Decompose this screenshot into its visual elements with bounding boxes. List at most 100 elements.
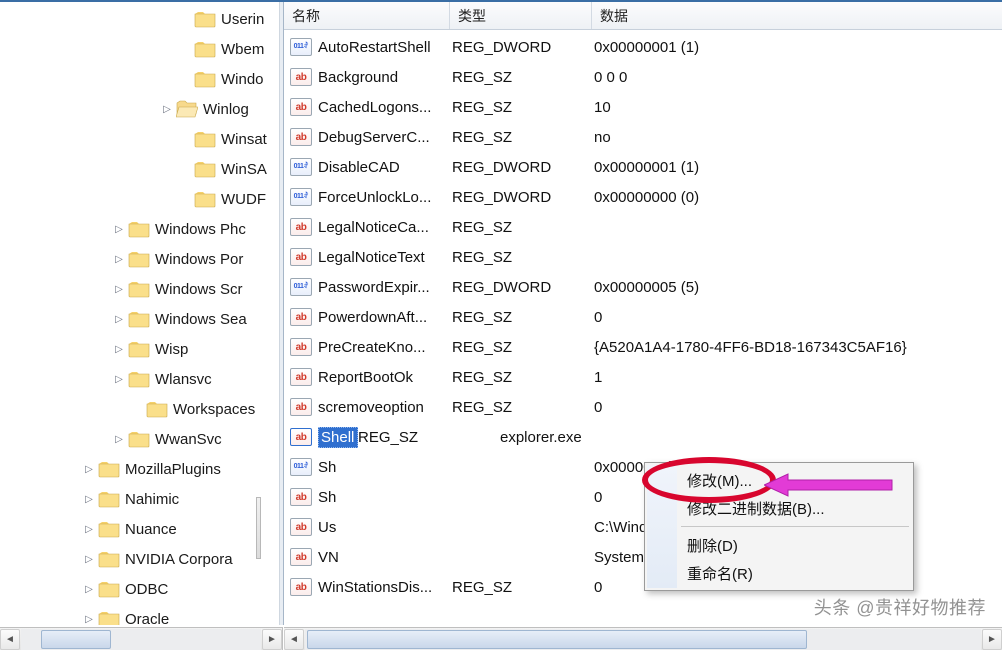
tree-item[interactable]: Userin	[0, 4, 283, 34]
tree-item[interactable]: NVIDIA Corpora	[0, 544, 283, 574]
reg-sz-icon	[290, 368, 312, 386]
value-row[interactable]: PowerdownAft...REG_SZ0	[284, 302, 1002, 332]
value-row[interactable]: LegalNoticeTextREG_SZ	[284, 242, 1002, 272]
tree-item[interactable]: Wlansvc	[0, 364, 283, 394]
column-header-data[interactable]: 数据	[592, 2, 1002, 29]
value-row[interactable]: ForceUnlockLo...REG_DWORD0x00000000 (0)	[284, 182, 1002, 212]
tree-item[interactable]: Wisp	[0, 334, 283, 364]
column-header-type[interactable]: 类型	[450, 2, 592, 29]
tree-item-label: ODBC	[125, 581, 168, 598]
value-row[interactable]: ShellREG_SZexplorer.exe	[284, 422, 1002, 452]
tree-item[interactable]: Winlog	[0, 94, 283, 124]
values-list-pane[interactable]: 名称 类型 数据 AutoRestartShellREG_DWORD0x0000…	[284, 2, 1002, 625]
registry-tree-pane[interactable]: UserinWbemWindoWinlogWinsatWinSAWUDFWind…	[0, 2, 284, 625]
value-row[interactable]: scremoveoptionREG_SZ0	[284, 392, 1002, 422]
scroll-track[interactable]	[305, 629, 981, 650]
value-row[interactable]: CachedLogons...REG_SZ10	[284, 92, 1002, 122]
value-type: REG_SZ	[452, 129, 594, 146]
value-type: REG_SZ	[452, 579, 594, 596]
tree-item[interactable]: Windo	[0, 64, 283, 94]
value-row[interactable]: LegalNoticeCa...REG_SZ	[284, 212, 1002, 242]
tree-item[interactable]: Windows Por	[0, 244, 283, 274]
value-type: REG_SZ	[452, 249, 594, 266]
value-row[interactable]: PreCreateKno...REG_SZ{A520A1A4-1780-4FF6…	[284, 332, 1002, 362]
folder-icon	[98, 610, 120, 625]
tree-expander-icon[interactable]	[112, 222, 126, 236]
value-row[interactable]: DisableCADREG_DWORD0x00000001 (1)	[284, 152, 1002, 182]
tree-item-label: Windows Sea	[155, 311, 247, 328]
tree-item[interactable]: WUDF	[0, 184, 283, 214]
tree-expander-icon[interactable]	[112, 342, 126, 356]
value-name: PowerdownAft...	[318, 309, 452, 326]
tree-item[interactable]: Nahimic	[0, 484, 283, 514]
scroll-thumb[interactable]	[41, 630, 111, 649]
scroll-track[interactable]	[21, 629, 261, 650]
scroll-left-button[interactable]: ◄	[284, 629, 304, 650]
tree-item[interactable]: Windows Sea	[0, 304, 283, 334]
tree-expander-icon[interactable]	[82, 522, 96, 536]
value-row[interactable]: PasswordExpir...REG_DWORD0x00000005 (5)	[284, 272, 1002, 302]
value-row[interactable]: DebugServerC...REG_SZno	[284, 122, 1002, 152]
value-row[interactable]: ReportBootOkREG_SZ1	[284, 362, 1002, 392]
value-name: LegalNoticeCa...	[318, 219, 452, 236]
tree-item-label: Winlog	[203, 101, 249, 118]
tree-item[interactable]: Windows Phc	[0, 214, 283, 244]
folder-icon	[98, 520, 120, 538]
context-menu: 修改(M)... 修改二进制数据(B)... 删除(D) 重命名(R)	[644, 462, 914, 591]
context-menu-item-modify-binary[interactable]: 修改二进制数据(B)...	[647, 494, 911, 522]
reg-sz-icon	[290, 548, 312, 566]
tree-horizontal-scrollbar[interactable]: ◄ ►	[0, 627, 283, 650]
scroll-thumb[interactable]	[307, 630, 807, 649]
tree-item[interactable]: Nuance	[0, 514, 283, 544]
value-type: REG_SZ	[452, 399, 594, 416]
tree-expander-icon[interactable]	[82, 492, 96, 506]
reg-sz-icon	[290, 248, 312, 266]
tree-item[interactable]: ODBC	[0, 574, 283, 604]
reg-sz-icon	[290, 308, 312, 326]
tree-expander-icon[interactable]	[112, 312, 126, 326]
scroll-right-button[interactable]: ►	[262, 629, 282, 650]
scroll-right-button[interactable]: ►	[982, 629, 1002, 650]
value-name: ForceUnlockLo...	[318, 189, 452, 206]
tree-item[interactable]: MozillaPlugins	[0, 454, 283, 484]
tree-vertical-scroll-sliver[interactable]	[279, 2, 283, 625]
list-horizontal-scrollbar[interactable]: ◄ ►	[284, 627, 1002, 650]
tree-item[interactable]: Workspaces	[0, 394, 283, 424]
context-menu-separator	[681, 526, 909, 527]
value-name: PreCreateKno...	[318, 339, 452, 356]
tree-expander-icon[interactable]	[112, 432, 126, 446]
value-type: REG_DWORD	[452, 39, 594, 56]
tree-expander-icon[interactable]	[82, 612, 96, 625]
tree-item[interactable]: WinSA	[0, 154, 283, 184]
value-data: 0	[594, 399, 1002, 416]
tree-expander-icon[interactable]	[82, 552, 96, 566]
value-name: VN	[318, 549, 452, 566]
value-row[interactable]: AutoRestartShellREG_DWORD0x00000001 (1)	[284, 32, 1002, 62]
tree-item[interactable]: Windows Scr	[0, 274, 283, 304]
tree-item[interactable]: Winsat	[0, 124, 283, 154]
reg-sz-icon	[290, 68, 312, 86]
folder-icon	[98, 550, 120, 568]
tree-expander-icon[interactable]	[82, 462, 96, 476]
reg-sz-icon	[290, 218, 312, 236]
value-row[interactable]: BackgroundREG_SZ0 0 0	[284, 62, 1002, 92]
tree-item[interactable]: Oracle	[0, 604, 283, 625]
scroll-left-button[interactable]: ◄	[0, 629, 20, 650]
context-menu-item-modify[interactable]: 修改(M)...	[647, 466, 911, 494]
context-menu-item-rename[interactable]: 重命名(R)	[647, 559, 911, 587]
tree-expander-icon[interactable]	[112, 252, 126, 266]
tree-item[interactable]: Wbem	[0, 34, 283, 64]
tree-item-label: Windows Por	[155, 251, 243, 268]
tree-expander-icon[interactable]	[112, 282, 126, 296]
tree-expander-icon[interactable]	[82, 582, 96, 596]
folder-icon	[194, 40, 216, 58]
value-name: DebugServerC...	[318, 129, 452, 146]
reg-dword-icon	[290, 278, 312, 296]
tree-expander-icon[interactable]	[112, 372, 126, 386]
value-data: 0 0 0	[594, 69, 1002, 86]
tree-item[interactable]: WwanSvc	[0, 424, 283, 454]
tree-expander-icon[interactable]	[160, 102, 174, 116]
column-header-name[interactable]: 名称	[284, 2, 450, 29]
tree-expander-none	[178, 12, 192, 26]
context-menu-item-delete[interactable]: 删除(D)	[647, 531, 911, 559]
